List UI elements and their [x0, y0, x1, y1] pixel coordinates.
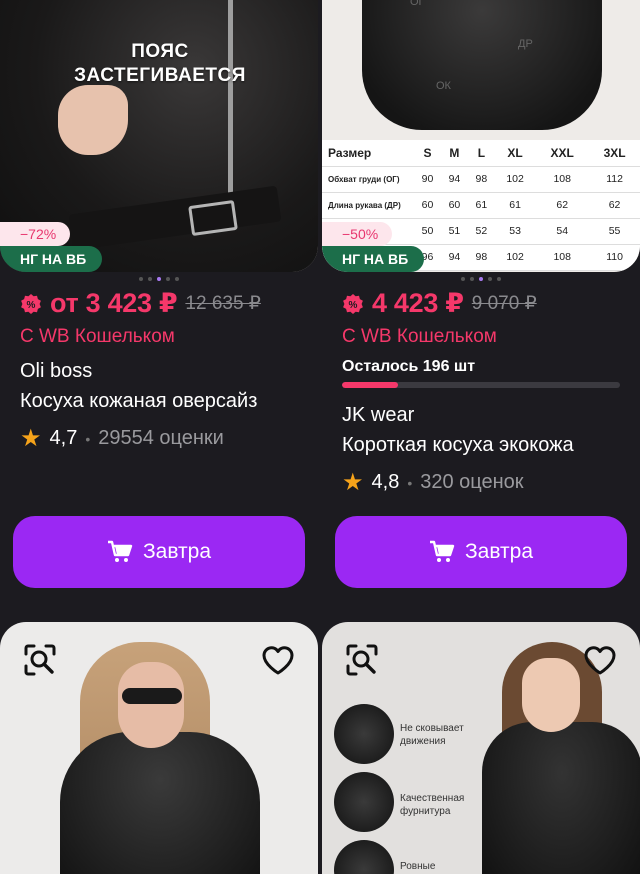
- product-photo[interactable]: [0, 622, 318, 874]
- favorite-heart-icon[interactable]: [260, 642, 296, 678]
- separator-dot: •: [85, 430, 91, 447]
- product-card-4[interactable]: Не сковывает движения Качественная фурни…: [322, 622, 640, 874]
- rating-value: 4,7: [49, 427, 78, 449]
- photo-overlay-text: ПОЯС ЗАСТЕГИВАЕТСЯ: [74, 41, 246, 86]
- wallet-label: С WB Кошельком: [20, 326, 175, 347]
- review-count: 320 оценок: [420, 471, 524, 493]
- separator-dot: •: [407, 474, 413, 491]
- jacket-image: [482, 722, 640, 874]
- cart-icon: [107, 540, 133, 562]
- feature-image-1: [334, 704, 394, 764]
- star-icon: ★: [20, 425, 42, 452]
- price: 4 423 ₽: [372, 288, 464, 318]
- product-title[interactable]: Косуха кожаная оверсайз: [20, 390, 300, 413]
- rating-row: ★ 4,7 • 29554 оценки: [20, 424, 224, 453]
- feature-image-3: [334, 840, 394, 874]
- discount-tag-icon: %: [342, 293, 364, 315]
- discount-badge: −50%: [322, 222, 393, 246]
- product-card-3[interactable]: [0, 622, 320, 874]
- jacket-image: [362, 0, 602, 130]
- carousel-dots: [322, 277, 640, 281]
- model-face-image: [522, 658, 580, 732]
- brand-name: JK wear: [342, 404, 415, 426]
- sunglasses-image: [122, 688, 182, 704]
- cart-icon: [429, 540, 455, 562]
- old-price: 9 070 ₽: [471, 293, 537, 314]
- stock-progress-bar: [342, 382, 620, 388]
- stock-label: Осталось 196 шт: [342, 358, 476, 375]
- discount-badge: −72%: [0, 222, 71, 246]
- feature-label-1: Не сковывает движения: [400, 723, 464, 747]
- feature-image-2: [334, 772, 394, 832]
- cta-label: Завтра: [464, 540, 534, 563]
- visual-search-icon[interactable]: [344, 642, 380, 678]
- favorite-heart-icon[interactable]: [582, 642, 618, 678]
- product-card-2[interactable]: ОГ ДР ОК Размер S M L XL XXL 3XL Обхват груди …: [322, 0, 640, 588]
- product-photo[interactable]: ОГ ДР ОК Размер S M L XL XXL 3XL Обхват груди …: [322, 0, 640, 272]
- promo-badge: НГ НА ВБ: [0, 246, 103, 272]
- star-icon: ★: [342, 469, 364, 496]
- rating-value: 4,8: [371, 471, 400, 493]
- price-row: % 4 423 ₽ 9 070 ₽: [342, 288, 537, 319]
- feature-label-2: Качественная фурнитура: [400, 793, 465, 817]
- dimension-dr: ДР: [518, 38, 533, 50]
- review-count: 29554 оценки: [98, 427, 224, 449]
- hand-image: [58, 85, 128, 155]
- model-face-image: [118, 662, 184, 748]
- brand-name: Oli boss: [20, 360, 93, 382]
- add-to-cart-button[interactable]: Завтра: [335, 516, 627, 588]
- visual-search-icon[interactable]: [22, 642, 58, 678]
- wallet-label: С WB Кошельком: [342, 326, 497, 347]
- jacket-image: [60, 732, 260, 874]
- buckle-image: [188, 199, 238, 237]
- dimension-og: ОГ: [410, 0, 425, 8]
- cta-label: Завтра: [142, 540, 212, 563]
- zipper-image: [228, 0, 233, 200]
- promo-badge: НГ НА ВБ: [322, 246, 425, 272]
- product-title[interactable]: Короткая косуха экокожа: [342, 434, 622, 457]
- add-to-cart-button[interactable]: Завтра: [13, 516, 305, 588]
- price: от 3 423 ₽: [50, 288, 178, 318]
- product-card-1[interactable]: ПОЯС ЗАСТЕГИВАЕТСЯ −72% НГ НА ВБ % от 3 …: [0, 0, 320, 588]
- svg-text:%: %: [27, 300, 36, 311]
- feature-label-3: Ровные: [400, 861, 436, 872]
- carousel-dots: [0, 277, 318, 281]
- product-photo[interactable]: ПОЯС ЗАСТЕГИВАЕТСЯ −72% НГ НА ВБ: [0, 0, 318, 272]
- dimension-ok: ОК: [436, 80, 451, 92]
- product-photo[interactable]: Не сковывает движения Качественная фурни…: [322, 622, 640, 874]
- stock-progress-fill: [342, 382, 398, 388]
- svg-text:%: %: [349, 300, 358, 311]
- old-price: 12 635 ₽: [185, 293, 261, 314]
- discount-tag-icon: %: [20, 293, 42, 315]
- price-row: % от 3 423 ₽ 12 635 ₽: [20, 288, 261, 319]
- rating-row: ★ 4,8 • 320 оценок: [342, 468, 524, 497]
